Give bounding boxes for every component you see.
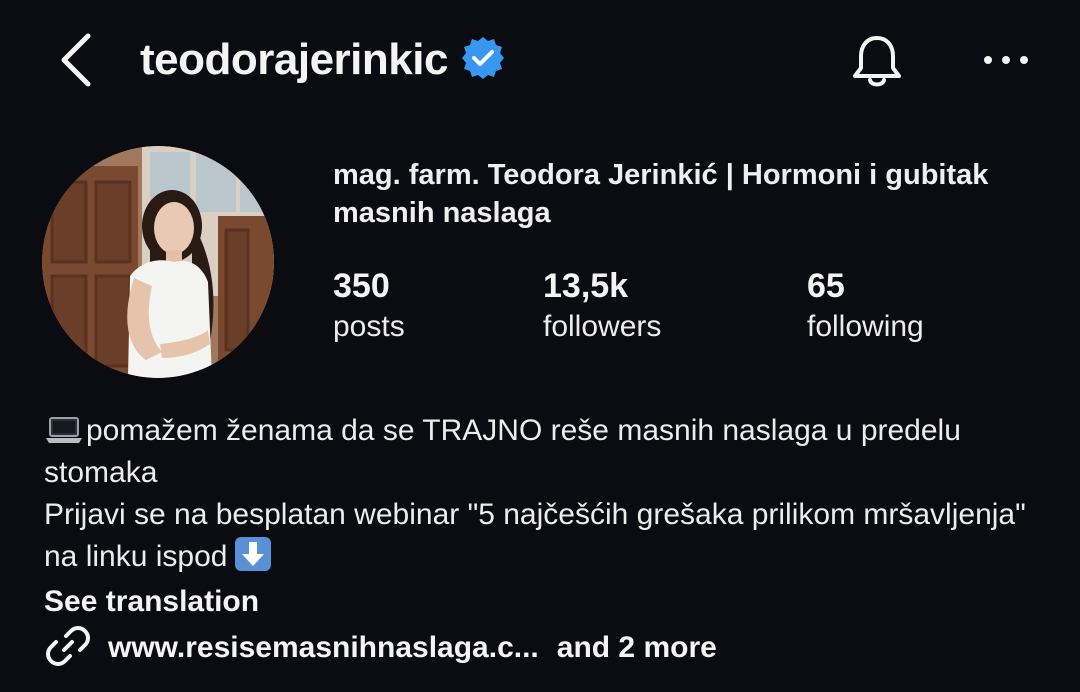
- stat-posts-count: 350: [333, 267, 390, 305]
- bio-line-2-text: Prijavi se na besplatan webinar "5 najče…: [44, 498, 1026, 573]
- stat-followers-label: followers: [543, 310, 662, 343]
- bio-link[interactable]: www.resisemasnihnaslaga.c... and 2 more: [44, 624, 717, 672]
- stat-posts-label: posts: [333, 310, 405, 343]
- see-translation-link[interactable]: See translation: [44, 583, 259, 621]
- avatar[interactable]: [42, 146, 274, 378]
- link-more[interactable]: and 2 more: [557, 631, 717, 665]
- link-url[interactable]: www.resisemasnihnaslaga.c...: [108, 631, 539, 665]
- stat-following-label: following: [807, 310, 924, 343]
- stat-followers-count: 13,5k: [543, 267, 629, 305]
- stat-posts[interactable]: 350 posts: [333, 264, 405, 346]
- full-name: mag. farm. Teodora Jerinkić | Hormoni i …: [333, 159, 989, 229]
- username: teodorajerinkic: [140, 35, 448, 84]
- stat-following-count: 65: [807, 267, 845, 305]
- stat-following[interactable]: 65 following: [807, 264, 924, 346]
- bio-line-1: pomažem ženama da se TRAJNO reše masnih …: [44, 410, 1054, 494]
- username-header: teodorajerinkic: [140, 30, 506, 90]
- link-icon: [44, 622, 108, 675]
- chevron-left-icon[interactable]: [54, 30, 102, 90]
- bio-line-2: Prijavi se na besplatan webinar "5 najče…: [44, 494, 1054, 578]
- more-horizontal-icon[interactable]: [980, 40, 1032, 80]
- bio: pomažem ženama da se TRAJNO reše masnih …: [44, 410, 1054, 578]
- bio-line-1-text: pomažem ženama da se TRAJNO reše masnih …: [44, 414, 961, 489]
- down-arrow-emoji-icon: [233, 536, 273, 572]
- top-bar: teodorajerinkic: [0, 0, 1080, 120]
- bell-icon[interactable]: [846, 30, 908, 92]
- verified-badge-icon: [448, 35, 506, 86]
- laptop-emoji-icon: [44, 414, 84, 443]
- stat-followers[interactable]: 13,5k followers: [543, 264, 661, 346]
